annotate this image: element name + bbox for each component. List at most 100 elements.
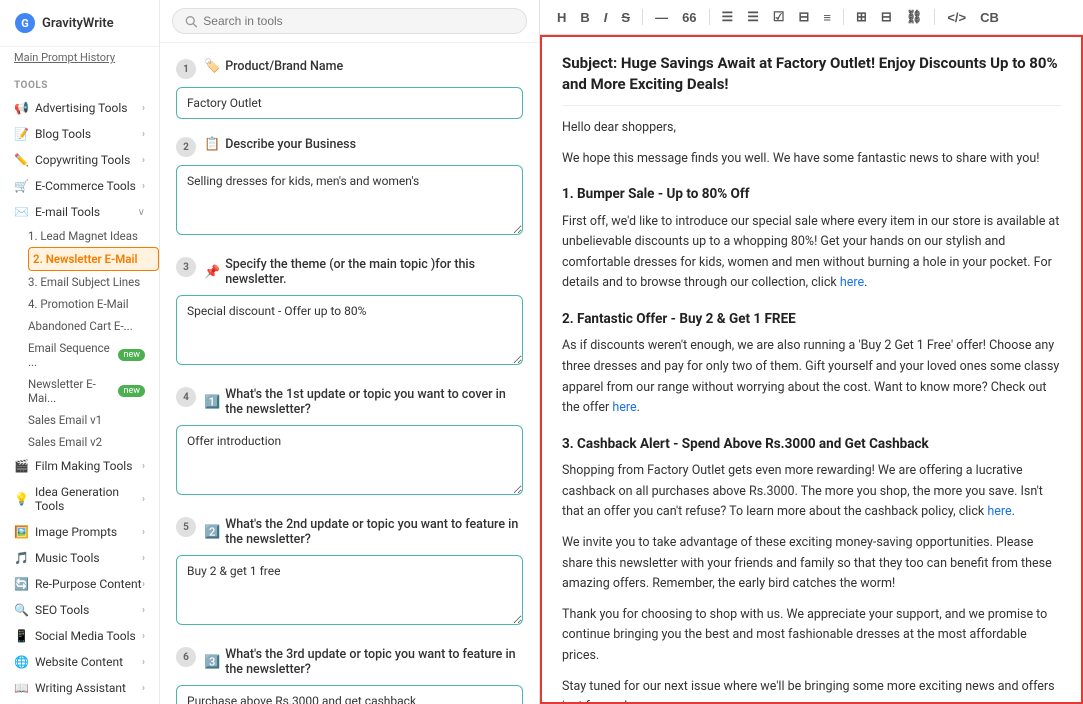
sidebar-item-film-making[interactable]: 🎬 Film Making Tools › [0,453,159,479]
copywriting-label: Copywriting Tools [35,153,130,167]
search-icon [185,15,197,28]
email-closing3: Stay tuned for our next issue where we'l… [562,677,1061,704]
sidebar-item-writing[interactable]: 📖 Writing Assistant › [0,675,159,701]
sidebar-item-promotion[interactable]: 4. Promotion E-Mail [28,293,159,315]
gravitywrite-logo-icon: G [14,12,36,34]
website-label: Website Content [35,655,123,669]
sidebar-item-sales-email[interactable]: Sales Email v1 [28,409,159,431]
writing-label: Writing Assistant [35,681,126,695]
sidebar-item-email-sequence[interactable]: Email Sequence ... new [28,337,159,373]
table-button[interactable]: ⊞ [851,6,872,28]
sidebar-item-newsletter[interactable]: 2. Newsletter E-Mail [28,247,159,271]
italic-button[interactable]: I [599,7,613,28]
describe-business-input[interactable] [176,165,523,235]
image-label: Image Prompts [35,525,117,539]
seo-icon: 🔍 [14,603,29,617]
separator [642,9,643,25]
chevron-down-icon: › [142,155,145,166]
main-prompt-history-link[interactable]: Main Prompt History [0,47,159,72]
link-button[interactable]: ⛓ [901,6,928,28]
ecommerce-icon: 🛒 [14,179,29,193]
sidebar-item-social-media[interactable]: 📱 Social Media Tools › [0,623,159,649]
chevron-down-icon: › [142,103,145,114]
checklist-button[interactable]: ☑ [768,6,790,28]
cb-button[interactable]: CB [975,7,1004,28]
newsletter-mai-label: Newsletter E-Mai... [28,377,110,405]
email-intro: We hope this message finds you well. We … [562,149,1061,170]
outdent-button[interactable]: ≡ [818,7,836,28]
email-subject-label: 3. Email Subject Lines [28,275,140,289]
sales-email-label: Sales Email v1 [28,413,102,427]
indent-button[interactable]: ⊟ [794,6,815,28]
form-scroll: 1 🏷️ Product/Brand Name 2 📋 Describe you… [160,43,539,704]
quote-button[interactable]: 66 [677,7,701,28]
bold-button[interactable]: B [575,7,594,28]
website-icon: 🌐 [14,655,29,669]
section1-body: First off, we'd like to introduce our sp… [562,212,1061,295]
step5-icon: 2️⃣ [204,525,220,540]
chevron-icon: › [142,579,145,590]
section2-link[interactable]: here [612,400,636,415]
sidebar-item-image-prompts[interactable]: 🖼️ Image Prompts › [0,519,159,545]
advertising-icon: 📢 [14,101,29,115]
output-panel: H B I S — 66 ☰ ☰ ☑ ⊟ ≡ ⊞ ⊟ ⛓ </> CB Subj… [540,0,1083,704]
social-label: Social Media Tools [35,629,136,643]
third-update-input[interactable] [176,685,523,704]
sidebar-item-email-subject[interactable]: 3. Email Subject Lines [28,271,159,293]
sidebar-item-website[interactable]: 🌐 Website Content › [0,649,159,675]
chevron-icon: › [142,553,145,564]
form-panel: 1 🏷️ Product/Brand Name 2 📋 Describe you… [160,0,540,704]
image-button[interactable]: ⊟ [876,6,897,28]
section3-link[interactable]: here [987,504,1011,519]
sidebar-item-sales-email-v2[interactable]: Sales Email v2 [28,431,159,453]
sidebar-item-copywriting[interactable]: ✏️ Copywriting Tools › [0,147,159,173]
strikethrough-button[interactable]: S [616,7,635,28]
form-toolbar [160,0,539,43]
form-step-6: 6 3️⃣ What's the 3rd update or topic you… [176,647,523,704]
chevron-down-icon: › [142,129,145,140]
sidebar-item-advertising[interactable]: 📢 Advertising Tools › [0,95,159,121]
code-button[interactable]: </> [942,7,971,28]
email-label: E-mail Tools [35,205,100,219]
separator [709,9,710,25]
product-brand-name-input[interactable] [176,87,523,119]
chevron-icon: › [142,494,145,505]
email-closing1: We invite you to take advantage of these… [562,533,1061,595]
step-number-4: 4 [176,387,196,407]
chevron-icon: › [142,527,145,538]
sidebar-item-seo[interactable]: 🔍 SEO Tools › [0,597,159,623]
sidebar-item-repurpose[interactable]: 🔄 Re-Purpose Content › [0,571,159,597]
heading-button[interactable]: H [552,7,571,28]
step1-icon: 🏷️ [204,59,220,74]
sidebar: G GravityWrite Main Prompt History TOOLS… [0,0,160,704]
sidebar-item-ecommerce[interactable]: 🛒 E-Commerce Tools › [0,173,159,199]
sidebar-item-abandoned-cart[interactable]: Abandoned Cart E-... [28,315,159,337]
sidebar-item-email[interactable]: ✉️ E-mail Tools ∨ [0,199,159,225]
form-step-3: 3 📌 Specify the theme (or the main topic… [176,257,523,369]
email-subject: Subject: Huge Savings Await at Factory O… [562,53,1061,106]
form-step-4: 4 1️⃣ What's the 1st update or topic you… [176,387,523,499]
sidebar-item-blog[interactable]: 📝 Blog Tools › [0,121,159,147]
search-input[interactable] [203,14,514,28]
first-update-input[interactable] [176,425,523,495]
abandoned-cart-label: Abandoned Cart E-... [28,319,133,333]
chevron-icon: › [142,631,145,642]
ordered-list-button[interactable]: ☰ [742,6,764,28]
bullet-list-button[interactable]: ☰ [717,6,739,28]
divider-button[interactable]: — [650,7,673,28]
image-icon: 🖼️ [14,525,29,539]
second-update-input[interactable] [176,555,523,625]
step1-label: Product/Brand Name [225,59,343,74]
output-toolbar: H B I S — 66 ☰ ☰ ☑ ⊟ ≡ ⊞ ⊟ ⛓ </> CB [540,0,1083,35]
sidebar-item-music[interactable]: 🎵 Music Tools › [0,545,159,571]
search-box[interactable] [172,8,527,34]
svg-text:G: G [21,17,29,30]
sidebar-item-lead-magnet[interactable]: 1. Lead Magnet Ideas [28,225,159,247]
separator [843,9,844,25]
logo-text: GravityWrite [42,16,114,31]
newsletter-theme-input[interactable] [176,295,523,365]
music-label: Music Tools [35,551,100,565]
sidebar-item-newsletter-mai[interactable]: Newsletter E-Mai... new [28,373,159,409]
sidebar-item-idea-gen[interactable]: 💡 Idea Generation Tools › [0,479,159,519]
section1-link[interactable]: here [840,275,864,290]
